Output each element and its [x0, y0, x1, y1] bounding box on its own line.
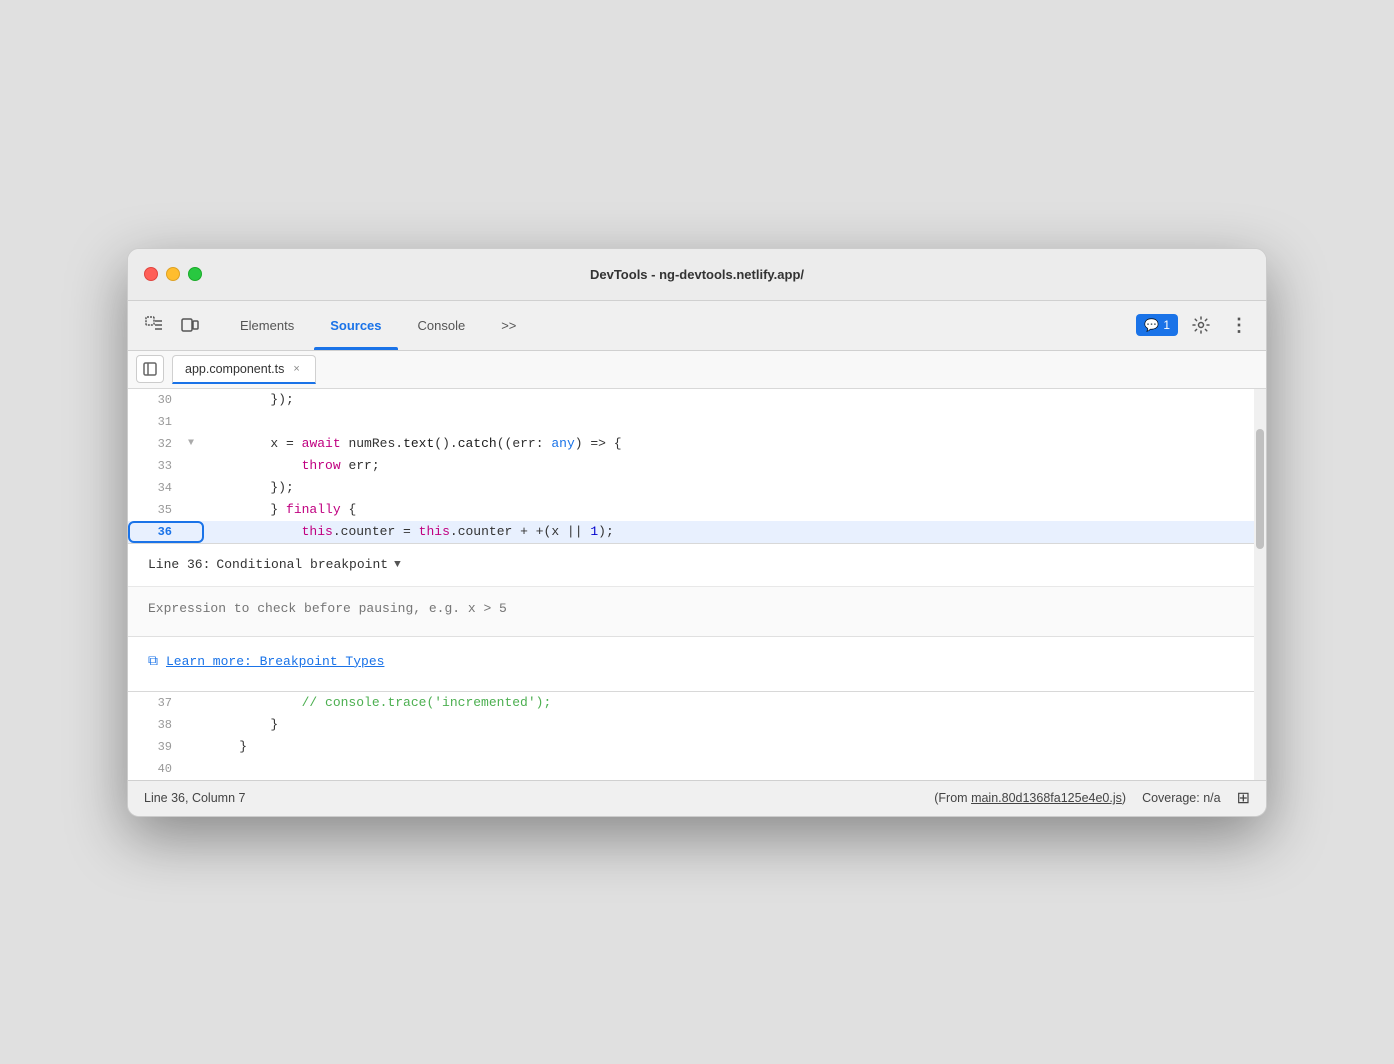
file-tab-close[interactable]: ×	[290, 362, 302, 376]
breakpoint-popup: Line 36: Conditional breakpoint ▼ ⧉ Lear…	[128, 543, 1266, 692]
source-file-link[interactable]: main.80d1368fa125e4e0.js	[971, 791, 1122, 805]
settings-icon[interactable]	[1186, 310, 1216, 340]
editor-area: 30 }); 31 32 ▼ x = await numRes.text().c…	[128, 389, 1266, 780]
bp-header: Line 36: Conditional breakpoint ▼	[128, 544, 1266, 587]
code-line-34: 34 });	[128, 477, 1266, 499]
line-content-39: }	[204, 736, 247, 758]
titlebar: DevTools - ng-devtools.netlify.app/	[128, 249, 1266, 301]
code-line-36: 36 this.counter = this.counter + +(x || …	[128, 521, 1266, 543]
file-tabbar: app.component.ts ×	[128, 351, 1266, 389]
external-link-icon: ⧉	[148, 651, 158, 673]
coverage-status: Coverage: n/a	[1142, 791, 1221, 805]
code-line-33: 33 throw err;	[128, 455, 1266, 477]
statusbar: Line 36, Column 7 (From main.80d1368fa12…	[128, 780, 1266, 816]
line-number-30: 30	[128, 389, 188, 411]
more-options-icon[interactable]: ⋮	[1224, 310, 1254, 340]
toolbar-icons	[140, 311, 204, 339]
bp-dropdown-arrow[interactable]: ▼	[394, 554, 401, 576]
line-number-33: 33	[128, 455, 188, 477]
line-content-32: x = await numRes.text().catch((err: any)…	[204, 433, 622, 455]
sidebar-toggle[interactable]	[136, 355, 164, 383]
scrollbar-thumb[interactable]	[1256, 429, 1264, 549]
line-content-30: });	[204, 389, 294, 411]
code-line-38: 38 }	[128, 714, 1266, 736]
code-line-31: 31	[128, 411, 1266, 433]
devtools-window: DevTools - ng-devtools.netlify.app/ Elem…	[127, 248, 1267, 817]
file-tab-name: app.component.ts	[185, 362, 284, 376]
line-content-31	[204, 411, 216, 433]
line-number-32: 32	[128, 433, 188, 455]
tab-more[interactable]: >>	[485, 310, 532, 341]
line-content-38: }	[204, 714, 278, 736]
toolbar-right: 💬 1 ⋮	[1136, 310, 1254, 340]
code-line-32: 32 ▼ x = await numRes.text().catch((err:…	[128, 433, 1266, 455]
code-area[interactable]: 30 }); 31 32 ▼ x = await numRes.text().c…	[128, 389, 1266, 780]
messages-badge[interactable]: 💬 1	[1136, 314, 1178, 336]
line-number-40: 40	[128, 758, 188, 780]
line-number-39: 39	[128, 736, 188, 758]
inspector-icon[interactable]	[140, 311, 168, 339]
traffic-lights	[144, 267, 202, 281]
line-content-34: });	[204, 477, 294, 499]
line-number-35: 35	[128, 499, 188, 521]
tab-console[interactable]: Console	[402, 310, 482, 341]
bp-line-label: Line 36:	[148, 554, 210, 576]
line-number-34: 34	[128, 477, 188, 499]
line-content-35: } finally {	[204, 499, 356, 521]
badge-icon: 💬	[1144, 318, 1159, 332]
maximize-button[interactable]	[188, 267, 202, 281]
toolbar: Elements Sources Console >> 💬 1 ⋮	[128, 301, 1266, 351]
line-number-31: 31	[128, 411, 188, 433]
editor-container: 30 }); 31 32 ▼ x = await numRes.text().c…	[128, 389, 1266, 780]
statusbar-right: (From main.80d1368fa125e4e0.js) Coverage…	[934, 788, 1250, 808]
line-number-36: 36	[128, 521, 188, 543]
line-content-36: this.counter = this.counter + +(x || 1);	[204, 521, 614, 543]
bp-link-area: ⧉ Learn more: Breakpoint Types	[128, 637, 1266, 691]
cursor-position: Line 36, Column 7	[144, 791, 245, 805]
bp-input-area	[128, 587, 1266, 637]
scrollbar-track[interactable]	[1254, 389, 1266, 780]
line-number-38: 38	[128, 714, 188, 736]
code-line-30: 30 });	[128, 389, 1266, 411]
learn-more-link[interactable]: Learn more: Breakpoint Types	[166, 651, 384, 673]
file-tab-app-component[interactable]: app.component.ts ×	[172, 355, 316, 384]
from-label: (From main.80d1368fa125e4e0.js)	[934, 791, 1126, 805]
line-number-37: 37	[128, 692, 188, 714]
code-line-35: 35 } finally {	[128, 499, 1266, 521]
close-button[interactable]	[144, 267, 158, 281]
badge-count: 1	[1163, 318, 1170, 332]
screenshot-icon[interactable]: ⊞	[1237, 788, 1250, 808]
window-title: DevTools - ng-devtools.netlify.app/	[590, 267, 804, 282]
tab-elements[interactable]: Elements	[224, 310, 310, 341]
tab-sources[interactable]: Sources	[314, 310, 397, 341]
device-icon[interactable]	[176, 311, 204, 339]
minimize-button[interactable]	[166, 267, 180, 281]
code-line-40: 40	[128, 758, 1266, 780]
line-content-33: throw err;	[204, 455, 380, 477]
code-line-37: 37 // console.trace('incremented');	[128, 692, 1266, 714]
code-line-39: 39 }	[128, 736, 1266, 758]
bp-expression-input[interactable]	[148, 597, 1246, 620]
bp-type-label: Conditional breakpoint	[216, 554, 388, 576]
line-content-37: // console.trace('incremented');	[204, 692, 551, 714]
line-content-40	[204, 758, 216, 780]
